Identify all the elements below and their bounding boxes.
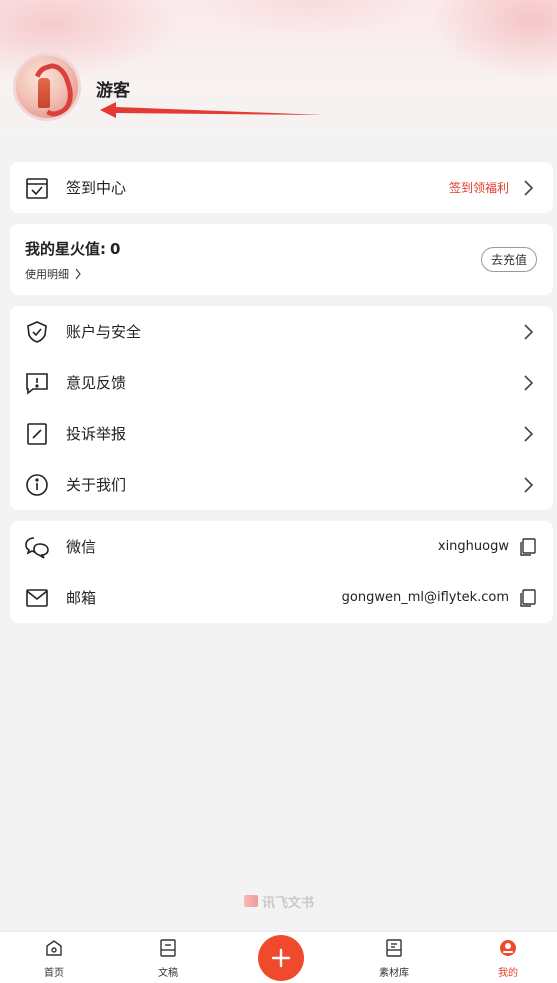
tab-library[interactable]: 素材库 xyxy=(364,938,424,980)
checkin-card[interactable]: 签到中心 签到领福利 xyxy=(10,162,553,213)
mail-icon xyxy=(26,588,48,607)
library-icon xyxy=(386,939,402,957)
contact-label: 邮箱 xyxy=(66,589,97,607)
info-icon xyxy=(26,473,48,496)
usage-detail-link[interactable]: 使用明细 xyxy=(25,266,82,282)
menu-item-label: 投诉举报 xyxy=(66,425,127,443)
chevron-right-icon xyxy=(524,179,534,196)
brand-watermark: 讯飞文书 xyxy=(244,892,315,911)
chevron-right-icon xyxy=(524,374,534,391)
create-button[interactable] xyxy=(258,935,304,981)
copy-icon[interactable] xyxy=(517,588,537,608)
menu-item-feedback[interactable]: 意见反馈 xyxy=(10,357,553,408)
wechat-icon xyxy=(25,536,49,559)
spark-value: 0 xyxy=(110,240,121,258)
annotation-arrow xyxy=(100,102,324,118)
contact-value: xinghuogw xyxy=(437,539,509,554)
recharge-button[interactable]: 去充值 xyxy=(481,247,537,272)
avatar[interactable] xyxy=(13,53,81,121)
tab-mine[interactable]: 我的 xyxy=(478,938,538,980)
plus-icon xyxy=(271,948,291,968)
brand-watermark-text: 讯飞文书 xyxy=(262,895,315,911)
menu-card: 账户与安全 意见反馈 投诉举报 关于我们 xyxy=(10,306,553,510)
chevron-right-icon xyxy=(524,425,534,442)
contact-email: 邮箱 gongwen_ml@iflytek.com xyxy=(10,572,553,623)
spark-card: 我的星火值: 0 使用明细 去充值 xyxy=(10,224,553,295)
tab-label: 素材库 xyxy=(379,968,409,979)
menu-item-label: 意见反馈 xyxy=(66,374,127,392)
usage-detail-label: 使用明细 xyxy=(25,268,69,281)
checkin-promo[interactable]: 签到领福利 xyxy=(449,179,509,196)
tab-label: 文稿 xyxy=(158,968,178,979)
chevron-right-icon xyxy=(524,323,534,340)
contact-label: 微信 xyxy=(66,538,97,556)
menu-item-report[interactable]: 投诉举报 xyxy=(10,408,553,459)
document-icon xyxy=(160,939,176,957)
checkin-row[interactable]: 签到中心 签到领福利 xyxy=(10,162,553,213)
header-decoration xyxy=(430,0,557,80)
profile-icon xyxy=(500,940,516,956)
header-decoration xyxy=(200,0,420,40)
tab-home[interactable]: 首页 xyxy=(24,938,84,980)
menu-item-about[interactable]: 关于我们 xyxy=(10,459,553,510)
username[interactable]: 游客 xyxy=(96,76,130,101)
copy-icon[interactable] xyxy=(517,537,537,557)
chevron-right-icon xyxy=(75,268,81,280)
menu-item-account-security[interactable]: 账户与安全 xyxy=(10,306,553,357)
home-icon xyxy=(46,940,62,956)
calendar-check-icon xyxy=(26,177,48,199)
contact-value: gongwen_ml@iflytek.com xyxy=(341,590,509,605)
avatar-torch xyxy=(38,78,50,108)
tab-label: 首页 xyxy=(44,968,64,979)
checkin-label: 签到中心 xyxy=(66,179,127,197)
contacts-card: 微信 xinghuogw 邮箱 gongwen_ml@iflytek.com xyxy=(10,521,553,623)
menu-item-label: 关于我们 xyxy=(66,476,127,494)
feedback-icon xyxy=(26,372,48,395)
contact-wechat: 微信 xinghuogw xyxy=(10,521,553,572)
brand-logo-icon xyxy=(244,895,258,907)
chevron-right-icon xyxy=(524,476,534,493)
shield-check-icon xyxy=(27,320,47,343)
tab-documents[interactable]: 文稿 xyxy=(138,938,198,980)
spark-title: 我的星火值: 0 xyxy=(25,238,120,259)
tab-label: 我的 xyxy=(498,968,518,979)
spark-title-label: 我的星火值: xyxy=(25,240,106,258)
menu-item-label: 账户与安全 xyxy=(66,323,142,341)
header-background xyxy=(0,0,557,160)
report-icon xyxy=(27,422,47,445)
